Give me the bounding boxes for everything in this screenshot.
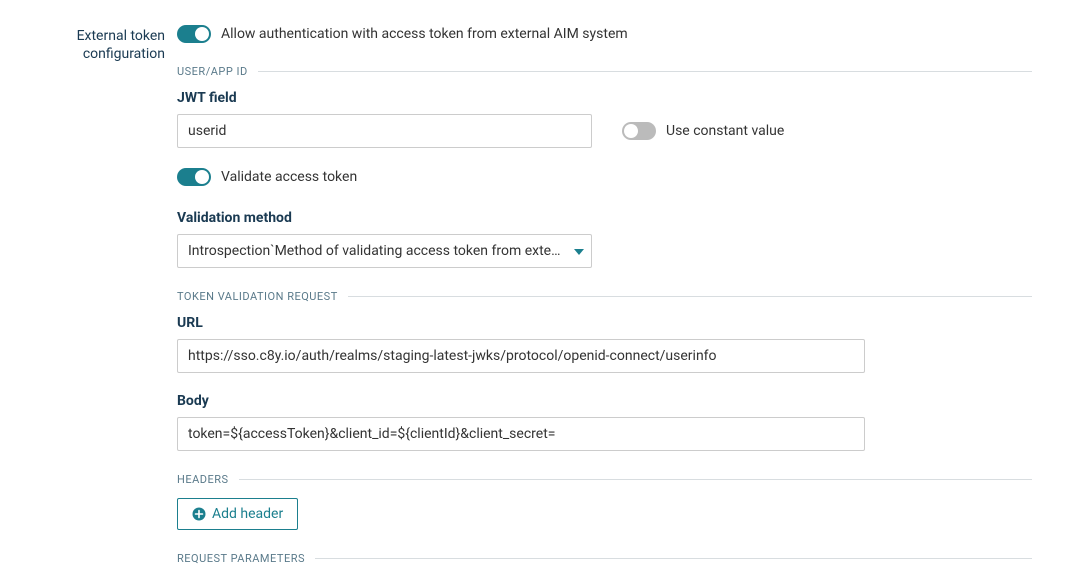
use-constant-label: Use constant value [666, 123, 784, 139]
add-header-label: Add header [212, 506, 283, 522]
add-header-button[interactable]: Add header [177, 498, 298, 530]
section-title: External token configuration [45, 25, 165, 63]
use-constant-toggle[interactable] [622, 122, 656, 140]
jwt-field-label: JWT field [177, 90, 592, 106]
validation-method-select[interactable] [177, 234, 592, 268]
validate-token-label: Validate access token [221, 169, 357, 185]
allow-auth-row: Allow authentication with access token f… [177, 25, 1032, 43]
section-headers: HEADERS [177, 473, 1032, 486]
body-label: Body [177, 393, 865, 409]
section-user-app-id: USER/APP ID [177, 65, 1032, 78]
body-input[interactable] [177, 417, 865, 451]
url-label: URL [177, 315, 865, 331]
plus-circle-icon [192, 507, 206, 521]
allow-auth-label: Allow authentication with access token f… [221, 26, 628, 42]
validation-method-label: Validation method [177, 210, 1032, 226]
jwt-field-input[interactable] [177, 114, 592, 148]
url-input[interactable] [177, 339, 865, 373]
section-request-parameters: REQUEST PARAMETERS [177, 552, 1032, 565]
allow-auth-toggle[interactable] [177, 25, 211, 43]
section-token-validation-request: TOKEN VALIDATION REQUEST [177, 290, 1032, 303]
validate-token-toggle[interactable] [177, 168, 211, 186]
